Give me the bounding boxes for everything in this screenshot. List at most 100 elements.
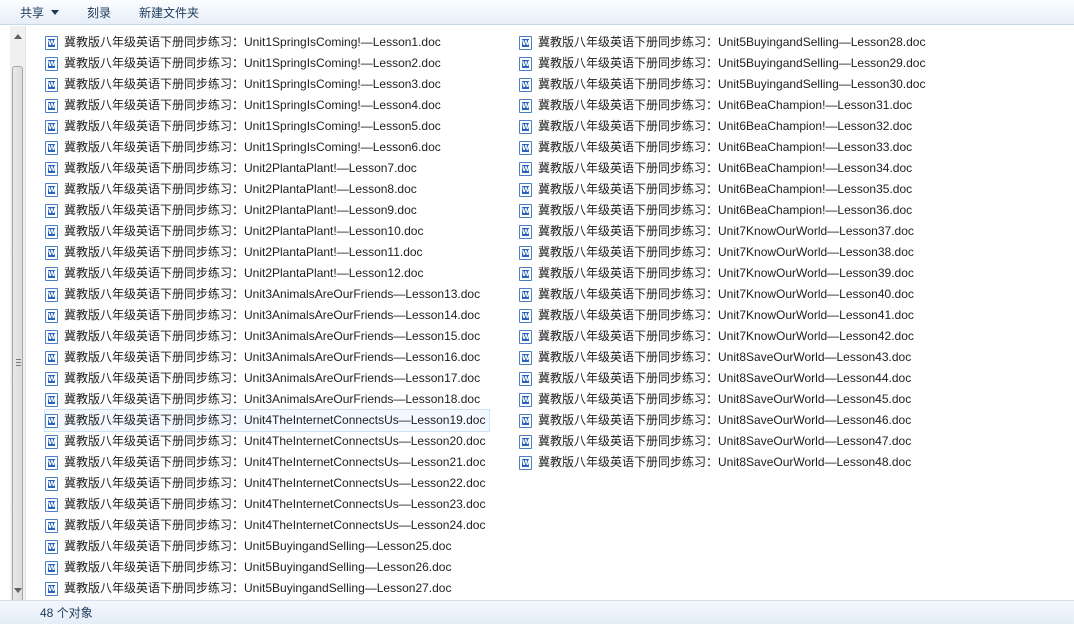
burn-button[interactable]: 刻录 — [87, 4, 111, 21]
file-item[interactable]: 冀教版八年级英语下册同步练习：Unit5BuyingandSelling—Les… — [519, 74, 929, 95]
file-item[interactable]: 冀教版八年级英语下册同步练习：Unit6BeaChampion!—Lesson3… — [519, 95, 929, 116]
file-item[interactable]: 冀教版八年级英语下册同步练习：Unit8SaveOurWorld—Lesson4… — [519, 347, 929, 368]
file-item[interactable]: 冀教版八年级英语下册同步练习：Unit4TheInternetConnectsU… — [45, 494, 489, 515]
file-item[interactable]: 冀教版八年级英语下册同步练习：Unit8SaveOurWorld—Lesson4… — [519, 368, 929, 389]
word-doc-icon — [45, 476, 58, 491]
file-item[interactable]: 冀教版八年级英语下册同步练习：Unit2PlantaPlant!—Lesson8… — [45, 179, 489, 200]
file-item[interactable]: 冀教版八年级英语下册同步练习：Unit3AnimalsAreOurFriends… — [45, 347, 489, 368]
share-button[interactable]: 共享 — [20, 4, 60, 21]
object-count: 48 个对象 — [40, 606, 93, 620]
file-name: 冀教版八年级英语下册同步练习：Unit8SaveOurWorld—Lesson4… — [538, 455, 912, 469]
grip-icon — [16, 359, 21, 366]
file-name: 冀教版八年级英语下册同步练习：Unit7KnowOurWorld—Lesson3… — [538, 224, 914, 238]
file-item[interactable]: 冀教版八年级英语下册同步练习：Unit3AnimalsAreOurFriends… — [45, 368, 489, 389]
file-item[interactable]: 冀教版八年级英语下册同步练习：Unit2PlantaPlant!—Lesson7… — [45, 158, 489, 179]
file-item[interactable]: 冀教版八年级英语下册同步练习：Unit4TheInternetConnectsU… — [45, 452, 489, 473]
word-doc-icon — [519, 182, 532, 197]
file-name: 冀教版八年级英语下册同步练习：Unit4TheInternetConnectsU… — [64, 476, 486, 490]
file-name: 冀教版八年级英语下册同步练习：Unit8SaveOurWorld—Lesson4… — [538, 350, 912, 364]
file-item[interactable]: 冀教版八年级英语下册同步练习：Unit3AnimalsAreOurFriends… — [45, 305, 489, 326]
word-doc-icon — [45, 560, 58, 575]
word-doc-icon — [45, 224, 58, 239]
file-item[interactable]: 冀教版八年级英语下册同步练习：Unit6BeaChampion!—Lesson3… — [519, 158, 929, 179]
command-bar: 共享 刻录 新建文件夹 — [0, 0, 1074, 25]
word-doc-icon — [45, 392, 58, 407]
word-doc-icon — [45, 77, 58, 92]
file-item[interactable]: 冀教版八年级英语下册同步练习：Unit7KnowOurWorld—Lesson3… — [519, 221, 929, 242]
word-doc-icon — [45, 140, 58, 155]
file-name: 冀教版八年级英语下册同步练习：Unit6BeaChampion!—Lesson3… — [538, 161, 913, 175]
file-name: 冀教版八年级英语下册同步练习：Unit7KnowOurWorld—Lesson3… — [538, 266, 914, 280]
file-item[interactable]: 冀教版八年级英语下册同步练习：Unit5BuyingandSelling—Les… — [519, 53, 929, 74]
file-item[interactable]: 冀教版八年级英语下册同步练习：Unit7KnowOurWorld—Lesson4… — [519, 326, 929, 347]
word-doc-icon — [519, 392, 532, 407]
file-item[interactable]: 冀教版八年级英语下册同步练习：Unit1SpringIsComing!—Less… — [45, 32, 489, 53]
word-doc-icon — [519, 35, 532, 50]
file-item[interactable]: 冀教版八年级英语下册同步练习：Unit4TheInternetConnectsU… — [45, 473, 489, 494]
word-doc-icon — [519, 203, 532, 218]
file-name: 冀教版八年级英语下册同步练习：Unit2PlantaPlant!—Lesson8… — [64, 182, 417, 196]
file-name: 冀教版八年级英语下册同步练习：Unit2PlantaPlant!—Lesson1… — [64, 266, 424, 280]
file-name: 冀教版八年级英语下册同步练习：Unit7KnowOurWorld—Lesson4… — [538, 308, 914, 322]
word-doc-icon — [519, 287, 532, 302]
file-item[interactable]: 冀教版八年级英语下册同步练习：Unit1SpringIsComing!—Less… — [45, 53, 489, 74]
file-name: 冀教版八年级英语下册同步练习：Unit2PlantaPlant!—Lesson1… — [64, 224, 424, 238]
file-item[interactable]: 冀教版八年级英语下册同步练习：Unit6BeaChampion!—Lesson3… — [519, 179, 929, 200]
new-folder-button[interactable]: 新建文件夹 — [139, 4, 199, 21]
file-name: 冀教版八年级英语下册同步练习：Unit1SpringIsComing!—Less… — [64, 98, 441, 112]
file-name: 冀教版八年级英语下册同步练习：Unit5BuyingandSelling—Les… — [538, 56, 926, 70]
file-item[interactable]: 冀教版八年级英语下册同步练习：Unit4TheInternetConnectsU… — [45, 515, 489, 536]
file-column-2: 冀教版八年级英语下册同步练习：Unit5BuyingandSelling—Les… — [519, 32, 929, 473]
file-item[interactable]: 冀教版八年级英语下册同步练习：Unit6BeaChampion!—Lesson3… — [519, 116, 929, 137]
file-item[interactable]: 冀教版八年级英语下册同步练习：Unit8SaveOurWorld—Lesson4… — [519, 389, 929, 410]
file-item[interactable]: 冀教版八年级英语下册同步练习：Unit4TheInternetConnectsU… — [45, 431, 489, 452]
file-item[interactable]: 冀教版八年级英语下册同步练习：Unit5BuyingandSelling—Les… — [45, 578, 489, 599]
file-item[interactable]: 冀教版八年级英语下册同步练习：Unit2PlantaPlant!—Lesson9… — [45, 200, 489, 221]
file-name: 冀教版八年级英语下册同步练习：Unit2PlantaPlant!—Lesson1… — [64, 245, 423, 259]
word-doc-icon — [45, 581, 58, 596]
file-name: 冀教版八年级英语下册同步练习：Unit1SpringIsComing!—Less… — [64, 119, 441, 133]
vertical-scrollbar[interactable] — [10, 26, 26, 606]
file-item[interactable]: 冀教版八年级英语下册同步练习：Unit3AnimalsAreOurFriends… — [45, 326, 489, 347]
word-doc-icon — [45, 203, 58, 218]
word-doc-icon — [45, 434, 58, 449]
scroll-up-arrow-icon[interactable] — [14, 34, 22, 39]
file-item[interactable]: 冀教版八年级英语下册同步练习：Unit2PlantaPlant!—Lesson1… — [45, 221, 489, 242]
word-doc-icon — [45, 182, 58, 197]
file-item[interactable]: 冀教版八年级英语下册同步练习：Unit1SpringIsComing!—Less… — [45, 116, 489, 137]
file-item[interactable]: 冀教版八年级英语下册同步练习：Unit1SpringIsComing!—Less… — [45, 95, 489, 116]
word-doc-icon — [519, 245, 532, 260]
word-doc-icon — [519, 434, 532, 449]
file-item[interactable]: 冀教版八年级英语下册同步练习：Unit5BuyingandSelling—Les… — [45, 536, 489, 557]
file-item[interactable]: 冀教版八年级英语下册同步练习：Unit8SaveOurWorld—Lesson4… — [519, 452, 929, 473]
file-name: 冀教版八年级英语下册同步练习：Unit4TheInternetConnectsU… — [64, 518, 486, 532]
file-name: 冀教版八年级英语下册同步练习：Unit4TheInternetConnectsU… — [64, 497, 486, 511]
scroll-down-arrow-icon[interactable] — [14, 588, 22, 593]
share-label: 共享 — [20, 5, 45, 20]
file-name: 冀教版八年级英语下册同步练习：Unit6BeaChampion!—Lesson3… — [538, 98, 913, 112]
file-name: 冀教版八年级英语下册同步练习：Unit2PlantaPlant!—Lesson9… — [64, 203, 417, 217]
scrollbar-thumb[interactable] — [12, 66, 23, 606]
file-item[interactable]: 冀教版八年级英语下册同步练习：Unit6BeaChampion!—Lesson3… — [519, 200, 929, 221]
file-item[interactable]: 冀教版八年级英语下册同步练习：Unit7KnowOurWorld—Lesson4… — [519, 284, 929, 305]
file-item[interactable]: 冀教版八年级英语下册同步练习：Unit5BuyingandSelling—Les… — [519, 32, 929, 53]
word-doc-icon — [45, 119, 58, 134]
word-doc-icon — [519, 413, 532, 428]
file-name: 冀教版八年级英语下册同步练习：Unit1SpringIsComing!—Less… — [64, 56, 441, 70]
file-item[interactable]: 冀教版八年级英语下册同步练习：Unit8SaveOurWorld—Lesson4… — [519, 431, 929, 452]
file-item[interactable]: 冀教版八年级英语下册同步练习：Unit1SpringIsComing!—Less… — [45, 74, 489, 95]
file-item[interactable]: 冀教版八年级英语下册同步练习：Unit4TheInternetConnectsU… — [43, 409, 491, 432]
file-item[interactable]: 冀教版八年级英语下册同步练习：Unit6BeaChampion!—Lesson3… — [519, 137, 929, 158]
file-item[interactable]: 冀教版八年级英语下册同步练习：Unit7KnowOurWorld—Lesson3… — [519, 263, 929, 284]
word-doc-icon — [45, 287, 58, 302]
file-name: 冀教版八年级英语下册同步练习：Unit1SpringIsComing!—Less… — [64, 77, 441, 91]
file-item[interactable]: 冀教版八年级英语下册同步练习：Unit2PlantaPlant!—Lesson1… — [45, 263, 489, 284]
file-item[interactable]: 冀教版八年级英语下册同步练习：Unit3AnimalsAreOurFriends… — [45, 389, 489, 410]
file-item[interactable]: 冀教版八年级英语下册同步练习：Unit1SpringIsComing!—Less… — [45, 137, 489, 158]
file-item[interactable]: 冀教版八年级英语下册同步练习：Unit8SaveOurWorld—Lesson4… — [519, 410, 929, 431]
file-item[interactable]: 冀教版八年级英语下册同步练习：Unit7KnowOurWorld—Lesson4… — [519, 305, 929, 326]
file-item[interactable]: 冀教版八年级英语下册同步练习：Unit2PlantaPlant!—Lesson1… — [45, 242, 489, 263]
file-item[interactable]: 冀教版八年级英语下册同步练习：Unit3AnimalsAreOurFriends… — [45, 284, 489, 305]
file-item[interactable]: 冀教版八年级英语下册同步练习：Unit5BuyingandSelling—Les… — [45, 557, 489, 578]
file-item[interactable]: 冀教版八年级英语下册同步练习：Unit7KnowOurWorld—Lesson3… — [519, 242, 929, 263]
